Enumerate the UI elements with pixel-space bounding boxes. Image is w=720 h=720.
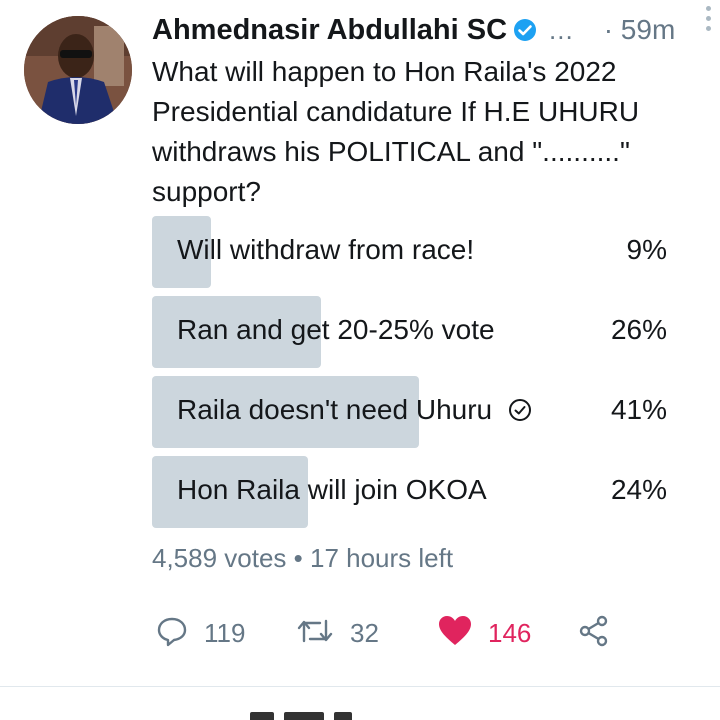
avatar[interactable] — [24, 16, 132, 124]
poll-option[interactable]: Hon Raila will join OKOA 24% — [152, 456, 682, 528]
reply-count: 119 — [204, 617, 246, 648]
reply-button[interactable]: 119 — [156, 608, 245, 658]
more-vertical-icon[interactable] — [702, 6, 714, 31]
divider — [0, 686, 720, 687]
tweet-time[interactable]: · 59m — [604, 14, 676, 46]
share-button[interactable] — [578, 608, 610, 658]
poll-option[interactable]: Ran and get 20-25% vote 26% — [152, 296, 682, 368]
poll-option-label: Will withdraw from race! — [177, 234, 475, 265]
retweet-button[interactable]: 32 — [296, 608, 379, 658]
author-name[interactable]: Ahmednasir Abdullahi SC — [152, 14, 507, 47]
author-handle[interactable]: ... — [549, 15, 574, 46]
retweet-count: 32 — [350, 617, 379, 648]
verified-badge-icon — [513, 18, 537, 42]
poll-option-label: Hon Raila will join OKOA — [177, 474, 487, 505]
poll-option-label: Ran and get 20-25% vote — [177, 314, 495, 345]
heart-icon — [438, 615, 472, 652]
poll-option[interactable]: Will withdraw from race! 9% — [152, 216, 682, 288]
poll-option-percent: 9% — [626, 234, 667, 265]
poll-option[interactable]: Raila doesn't need Uhuru 41% — [152, 376, 682, 448]
tweet-text: What will happen to Hon Raila's 2022 Pre… — [152, 56, 640, 207]
like-button[interactable]: 146 — [438, 608, 531, 658]
check-circle-icon — [508, 398, 532, 422]
next-tweet-preview — [250, 712, 370, 720]
reply-icon — [156, 615, 188, 652]
poll-option-label: Raila doesn't need Uhuru — [177, 394, 493, 425]
tweet-actions: 119 32 146 — [152, 608, 622, 658]
retweet-icon — [296, 615, 334, 652]
share-icon — [578, 615, 610, 652]
poll: Will withdraw from race! 9% Ran and get … — [152, 216, 682, 536]
tweet-header: Ahmednasir Abdullahi SC ... · 59m — [152, 10, 692, 50]
poll-option-percent: 26% — [610, 314, 667, 345]
poll-meta: 4,589 votes • 17 hours left — [152, 543, 454, 573]
like-count: 146 — [488, 617, 532, 648]
poll-option-percent: 41% — [610, 394, 667, 425]
poll-option-percent: 24% — [610, 474, 667, 505]
